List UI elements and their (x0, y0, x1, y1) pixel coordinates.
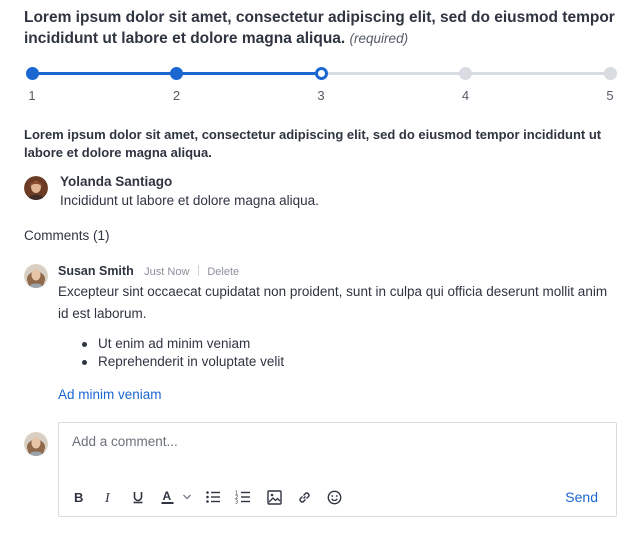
bullet-list-icon[interactable] (203, 487, 223, 507)
text-color-icon[interactable]: A (158, 487, 178, 507)
chevron-down-icon[interactable] (180, 487, 194, 507)
avatar (24, 264, 48, 288)
scale-label-3: 3 (317, 88, 325, 103)
comment-author: Susan Smith (58, 264, 134, 278)
svg-text:I: I (104, 491, 111, 504)
scale-label-5: 5 (606, 88, 614, 103)
comment-bullet-list: Ut enim ad minim veniam Reprehenderit in… (76, 335, 284, 371)
scale-option-5[interactable] (603, 67, 617, 80)
meta-divider (197, 265, 199, 276)
image-icon[interactable] (264, 487, 284, 507)
avatar (24, 176, 48, 200)
numbered-list-icon[interactable]: 123 (233, 487, 253, 507)
avatar (24, 432, 48, 456)
assignee-text: Incididunt ut labore et dolore magna ali… (60, 193, 319, 208)
italic-icon[interactable]: I (98, 487, 118, 507)
scale-option-1[interactable] (25, 67, 39, 80)
svg-text:B: B (74, 490, 83, 504)
bold-icon[interactable]: B (69, 487, 89, 507)
required-label: (required) (349, 31, 409, 46)
list-item: Ut enim ad minim veniam (76, 335, 284, 353)
comment-editor: B I A 123 Send (58, 422, 617, 517)
scale-option-2[interactable] (170, 67, 183, 80)
scale-label-4: 4 (461, 88, 470, 103)
comments-header: Comments (1) (24, 228, 110, 243)
scale-label-1: 1 (28, 88, 36, 103)
comment-body: Excepteur sint occaecat cupidatat non pr… (58, 284, 608, 321)
svg-text:3: 3 (235, 500, 238, 505)
scale-label-2: 2 (172, 88, 181, 103)
assignee-name: Yolanda Santiago (60, 174, 173, 189)
comment-input[interactable] (72, 434, 602, 449)
scale-option-3[interactable] (314, 67, 328, 80)
comment-time: Just Now (144, 266, 190, 278)
underline-icon[interactable] (128, 487, 148, 507)
scale-labels: 1 2 3 4 5 (28, 88, 613, 104)
list-item: Reprehenderit in voluptate velit (76, 353, 284, 371)
link-icon[interactable] (294, 487, 314, 507)
comment-meta: Susan Smith Just Now Delete (58, 262, 239, 280)
question-title: Lorem ipsum dolor sit amet, consectetur … (24, 7, 624, 49)
comment-link[interactable]: Ad minim veniam (58, 387, 162, 402)
question-text: Lorem ipsum dolor sit amet, consectetur … (24, 9, 615, 47)
item-description: Lorem ipsum dolor sit amet, consectetur … (24, 127, 602, 160)
rating-scale[interactable] (25, 66, 617, 82)
svg-text:A: A (163, 489, 172, 503)
scale-option-4[interactable] (459, 67, 472, 80)
emoji-icon[interactable] (324, 487, 344, 507)
send-button[interactable]: Send (565, 489, 598, 505)
delete-comment-link[interactable]: Delete (207, 266, 239, 278)
